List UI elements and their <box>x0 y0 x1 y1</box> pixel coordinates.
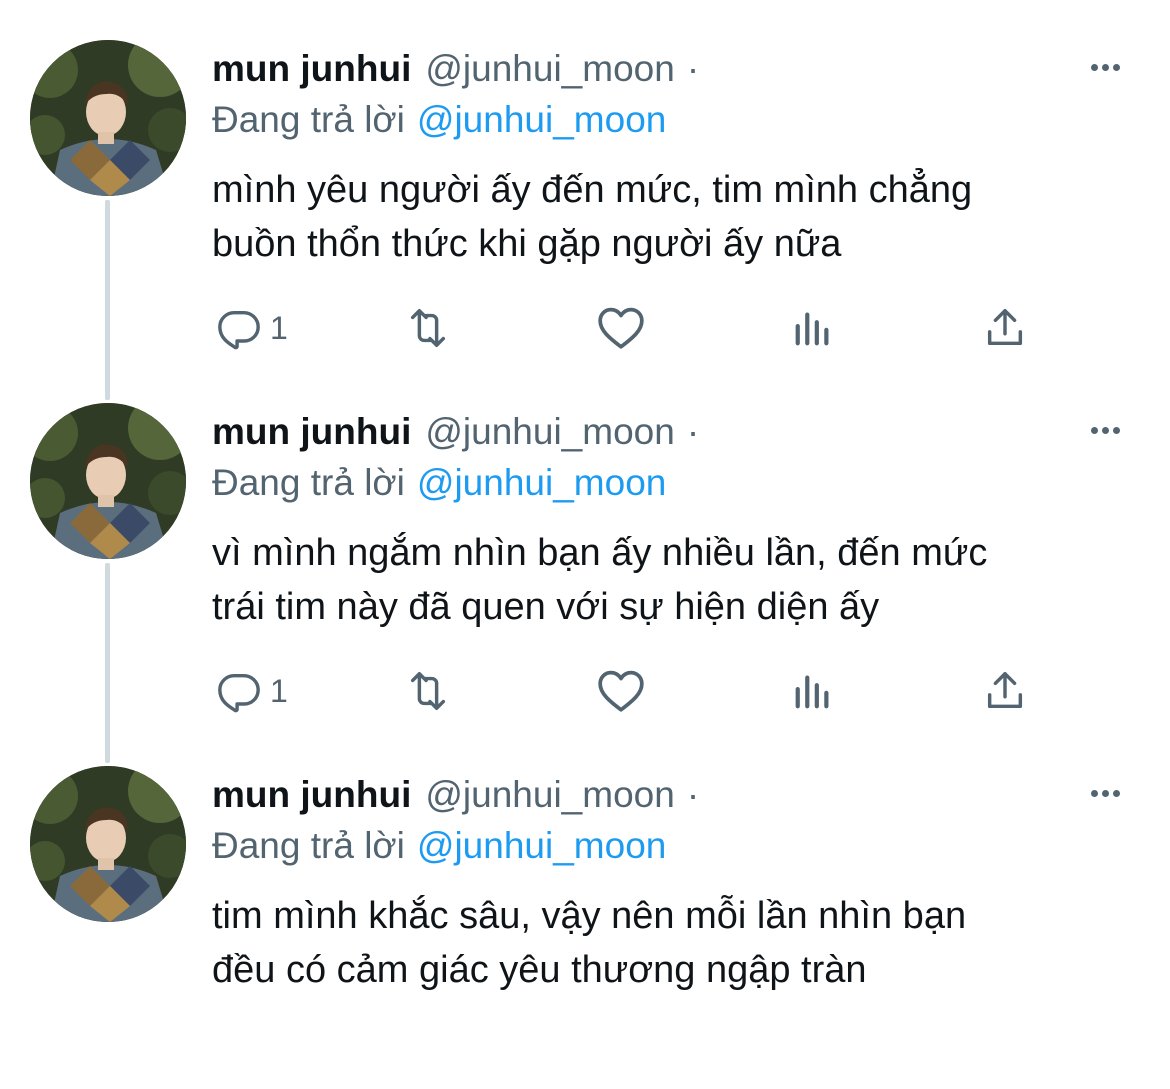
heart-icon <box>598 307 644 349</box>
mention-link[interactable]: @junhui_moon <box>417 462 666 503</box>
replying-to-label: Đang trả lời <box>212 825 405 866</box>
analytics-icon <box>795 675 829 709</box>
more-icon <box>1112 789 1120 797</box>
reply-icon <box>218 673 260 713</box>
tweet-text-line: buồn thổn thức khi gặp người ấy nữa <box>212 223 842 265</box>
analytics-button[interactable] <box>792 663 834 719</box>
author-name[interactable]: mun junhui <box>212 44 411 94</box>
tweet[interactable]: mun junhui @junhui_moon · Đang trả lời @j… <box>0 363 1170 726</box>
reply-button[interactable]: 1 <box>216 663 288 719</box>
more-icon <box>1090 63 1098 71</box>
replying-to: Đang trả lời @junhui_moon <box>212 458 666 508</box>
analytics-button[interactable] <box>792 300 834 356</box>
tweet-text-line: trái tim này đã quen với sự hiện diện ấy <box>212 586 880 628</box>
avatar-image <box>30 40 186 196</box>
avatar-image <box>30 766 186 922</box>
reply-button[interactable]: 1 <box>216 300 288 356</box>
like-button[interactable] <box>596 663 646 719</box>
tweet-header: mun junhui @junhui_moon · <box>212 407 699 457</box>
author-handle[interactable]: @junhui_moon <box>425 44 674 94</box>
tweet-text-line: tim mình khắc sâu, vậy nên mỗi lần nhìn … <box>212 895 967 937</box>
separator-dot: · <box>686 411 700 452</box>
retweet-icon <box>410 672 446 710</box>
author-name[interactable]: mun junhui <box>212 770 411 820</box>
retweet-button[interactable] <box>402 663 454 719</box>
separator-dot: · <box>686 48 700 89</box>
author-handle[interactable]: @junhui_moon <box>425 407 674 457</box>
tweet-actions: 1 <box>212 300 1072 356</box>
tweet-actions: 1 <box>212 663 1072 719</box>
tweet[interactable]: mun junhui @junhui_moon · Đang trả lời @j… <box>0 0 1170 363</box>
retweet-button[interactable] <box>402 300 454 356</box>
analytics-icon <box>795 312 829 346</box>
share-icon <box>987 672 1023 709</box>
tweet-text-line: vì mình ngắm nhìn bạn ấy nhiều lần, đến … <box>212 532 988 574</box>
avatar-image <box>30 403 186 559</box>
separator-dot: · <box>686 774 700 815</box>
tweet-text-line: mình yêu người ấy đến mức, tim mình chẳn… <box>212 169 973 211</box>
more-icon <box>1101 789 1109 797</box>
replying-to: Đang trả lời @junhui_moon <box>212 95 666 145</box>
more-button[interactable] <box>1080 415 1130 445</box>
mention-link[interactable]: @junhui_moon <box>417 825 666 866</box>
avatar[interactable] <box>30 766 186 922</box>
more-button[interactable] <box>1080 52 1130 82</box>
more-icon <box>1112 63 1120 71</box>
more-icon <box>1090 426 1098 434</box>
replying-to-label: Đang trả lời <box>212 462 405 503</box>
share-button[interactable] <box>982 300 1028 356</box>
heart-icon <box>598 670 644 712</box>
reply-count: 1 <box>270 673 288 709</box>
tweet-header: mun junhui @junhui_moon · <box>212 770 699 820</box>
tweet-header: mun junhui @junhui_moon · <box>212 44 699 94</box>
tweet-text: vì mình ngắm nhìn bạn ấy nhiều lần, đến … <box>212 526 1142 634</box>
reply-icon <box>218 310 260 350</box>
more-icon <box>1112 426 1120 434</box>
replying-to: Đang trả lời @junhui_moon <box>212 821 666 871</box>
tweet-text-line: đều có cảm giác yêu thương ngập tràn <box>212 949 867 991</box>
share-button[interactable] <box>982 663 1028 719</box>
tweet-text: tim mình khắc sâu, vậy nên mỗi lần nhìn … <box>212 889 1142 997</box>
mention-link[interactable]: @junhui_moon <box>417 99 666 140</box>
avatar[interactable] <box>30 403 186 559</box>
avatar[interactable] <box>30 40 186 196</box>
more-icon <box>1101 426 1109 434</box>
retweet-icon <box>410 309 446 347</box>
more-icon <box>1090 789 1098 797</box>
like-button[interactable] <box>596 300 646 356</box>
replying-to-label: Đang trả lời <box>212 99 405 140</box>
tweet-text: mình yêu người ấy đến mức, tim mình chẳn… <box>212 163 1142 271</box>
more-icon <box>1101 63 1109 71</box>
reply-count: 1 <box>270 310 288 346</box>
author-name[interactable]: mun junhui <box>212 407 411 457</box>
tweet[interactable]: mun junhui @junhui_moon · Đang trả lời @j… <box>0 726 1170 1089</box>
author-handle[interactable]: @junhui_moon <box>425 770 674 820</box>
share-icon <box>987 309 1023 346</box>
more-button[interactable] <box>1080 778 1130 808</box>
